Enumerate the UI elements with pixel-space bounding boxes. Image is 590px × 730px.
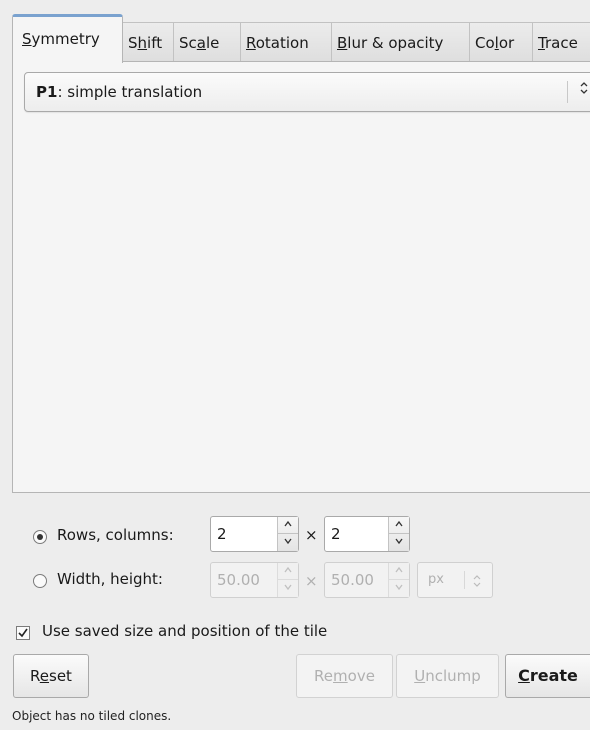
tab-color[interactable]: Color <box>469 22 533 62</box>
width-spin-buttons <box>277 563 298 597</box>
width-height-radio[interactable] <box>33 574 47 588</box>
tab-shift[interactable]: Shift <box>122 22 174 62</box>
tab-rotation[interactable]: Rotation <box>240 22 332 62</box>
updown-chevron-icon <box>472 563 482 597</box>
create-tiled-clones-dialog: Symmetry Shift Scale Rotation Blur & opa… <box>0 0 590 730</box>
combo-separator <box>464 571 465 589</box>
decrement-icon[interactable] <box>278 580 298 597</box>
tab-symmetry[interactable]: Symmetry <box>12 14 123 63</box>
times-sign: × <box>305 526 318 544</box>
rows-columns-label: Rows, columns: <box>57 526 174 544</box>
unit-combo[interactable]: px <box>417 562 493 598</box>
tab-blur-opacity[interactable]: Blur & opacity <box>331 22 470 62</box>
remove-button[interactable]: Remove <box>296 654 393 698</box>
increment-icon[interactable] <box>278 517 298 534</box>
height-spinbutton[interactable]: 50.00 <box>324 562 410 598</box>
use-saved-label: Use saved size and position of the tile <box>42 622 328 640</box>
width-value: 50.00 <box>217 571 260 589</box>
rows-value: 2 <box>217 525 227 543</box>
tab-bar: Symmetry Shift Scale Rotation Blur & opa… <box>12 14 590 63</box>
checkmark-icon <box>18 628 28 638</box>
combo-separator <box>567 81 568 103</box>
updown-chevron-icon <box>579 73 589 111</box>
tab-scale[interactable]: Scale <box>173 22 241 62</box>
height-spin-buttons <box>388 563 409 597</box>
status-text: Object has no tiled clones. <box>12 709 172 723</box>
symmetry-panel: P1: simple translation <box>12 61 590 493</box>
columns-value: 2 <box>331 525 341 543</box>
rows-spinbutton[interactable]: 2 <box>210 516 299 552</box>
rows-columns-radio[interactable] <box>33 530 47 544</box>
width-spinbutton[interactable]: 50.00 <box>210 562 299 598</box>
columns-spin-buttons <box>388 517 409 551</box>
use-saved-checkbox[interactable] <box>16 626 30 640</box>
create-button[interactable]: Create <box>505 654 590 698</box>
reset-button[interactable]: Reset <box>13 654 89 698</box>
decrement-icon[interactable] <box>389 580 409 597</box>
increment-icon[interactable] <box>389 563 409 580</box>
times-sign: × <box>305 572 318 590</box>
symmetry-type-value: P1: simple translation <box>36 83 203 101</box>
tab-trace[interactable]: Trace <box>532 22 590 62</box>
increment-icon[interactable] <box>278 563 298 580</box>
decrement-icon[interactable] <box>389 534 409 551</box>
width-height-label: Width, height: <box>57 570 163 588</box>
columns-spinbutton[interactable]: 2 <box>324 516 410 552</box>
unit-value: px <box>428 572 444 587</box>
symmetry-type-combo[interactable]: P1: simple translation <box>24 72 590 112</box>
increment-icon[interactable] <box>389 517 409 534</box>
unclump-button[interactable]: Unclump <box>396 654 499 698</box>
decrement-icon[interactable] <box>278 534 298 551</box>
rows-spin-buttons <box>277 517 298 551</box>
height-value: 50.00 <box>331 571 374 589</box>
